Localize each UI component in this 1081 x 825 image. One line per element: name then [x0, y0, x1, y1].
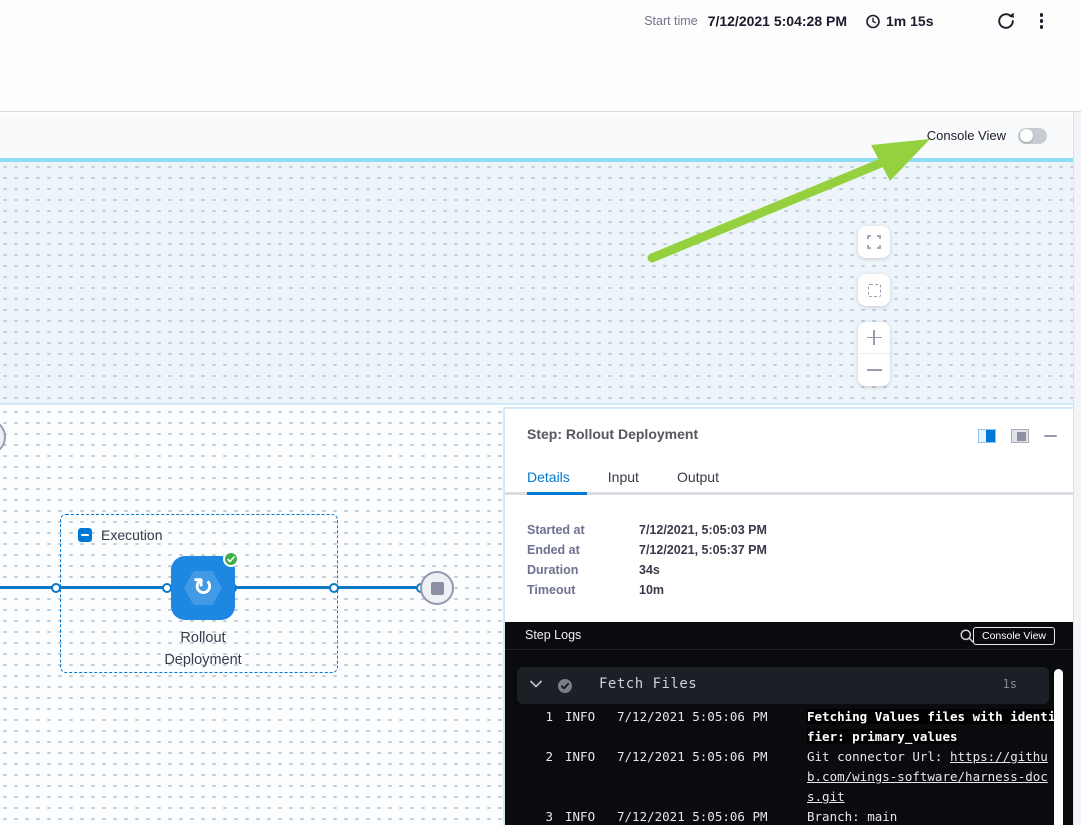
log-message: Fetching Values files with identifier: p…: [807, 707, 1057, 747]
canvas-zoom-controls: [858, 226, 890, 386]
start-time-label: Start time: [644, 14, 698, 28]
detail-row: Started at 7/12/2021, 5:05:03 PM: [527, 520, 767, 540]
zoom-in-button[interactable]: [858, 322, 890, 354]
log-lines: 1 INFO 7/12/2021 5:05:06 PM Fetching Val…: [505, 707, 1073, 825]
preview-layout-icon[interactable]: [1011, 429, 1029, 443]
detail-row: Timeout 10m: [527, 580, 767, 600]
log-section-name: Fetch Files: [599, 676, 697, 692]
log-line: 1 INFO 7/12/2021 5:05:06 PM Fetching Val…: [505, 707, 1073, 747]
panel-tabs: Details Input Output: [527, 469, 719, 485]
console-view-toggle[interactable]: [1018, 128, 1047, 144]
fit-screen-button[interactable]: [858, 226, 890, 258]
execution-group-label: Execution: [101, 527, 162, 543]
section-success-icon: [557, 678, 573, 694]
detail-row: Ended at 7/12/2021, 5:05:37 PM: [527, 540, 767, 560]
fit-screen-icon: [867, 235, 881, 249]
log-section-duration: 1s: [1003, 677, 1017, 691]
step-logs-header: Step Logs Console View: [505, 622, 1073, 650]
tab-input[interactable]: Input: [608, 469, 639, 485]
console-view-button[interactable]: Console View: [973, 627, 1055, 645]
stage-graph-canvas: Execution ↻ Rollout Deployment: [0, 407, 505, 825]
collapse-minus-icon[interactable]: [78, 528, 92, 542]
split-view-icon[interactable]: [978, 429, 996, 443]
page-scrollbar-track[interactable]: [1073, 112, 1081, 825]
detail-row: Duration 34s: [527, 560, 767, 580]
kebab-menu-icon[interactable]: [1038, 11, 1046, 31]
view-toolbar: Console View: [0, 113, 1081, 158]
pipeline-execution-page: Start time 7/12/2021 5:04:28 PM 1m 15s C…: [0, 0, 1081, 825]
step-details-list: Started at 7/12/2021, 5:05:03 PM Ended a…: [527, 520, 767, 600]
elapsed-time: 1m 15s: [886, 13, 933, 29]
tab-details[interactable]: Details: [527, 469, 570, 485]
success-check-icon: [223, 551, 239, 567]
clock-icon: [865, 13, 881, 29]
node-label: Rollout Deployment: [123, 627, 283, 671]
execution-meta: Start time 7/12/2021 5:04:28 PM 1m 15s: [644, 8, 1045, 34]
log-line: 2 INFO 7/12/2021 5:05:06 PM Git connecto…: [505, 747, 1073, 807]
execution-header: Start time 7/12/2021 5:04:28 PM 1m 15s: [0, 0, 1081, 112]
panel-title: Step: Rollout Deployment: [527, 426, 698, 442]
fit-selection-button[interactable]: [858, 274, 890, 306]
log-message: Git connector Url: https://github.com/wi…: [807, 747, 1057, 807]
toggle-knob: [1020, 129, 1033, 142]
rollout-refresh-icon: ↻: [171, 556, 235, 620]
step-logs-panel: Step Logs Console View Fetch Files 1s: [505, 622, 1073, 825]
tab-output[interactable]: Output: [677, 469, 719, 485]
console-view-label: Console View: [927, 128, 1006, 143]
log-message: Branch: main: [807, 807, 1057, 825]
minimize-icon[interactable]: [1044, 435, 1057, 438]
end-node[interactable]: [420, 571, 454, 605]
offscreen-node: [0, 419, 6, 455]
log-section-fetch-files[interactable]: Fetch Files 1s: [517, 667, 1049, 704]
start-time-value: 7/12/2021 5:04:28 PM: [708, 13, 847, 29]
step-details-panel: Step: Rollout Deployment Details Input O…: [503, 407, 1073, 825]
tab-underline: [505, 492, 1073, 495]
log-scrollbar-thumb[interactable]: [1054, 669, 1063, 825]
pipeline-graph-canvas: [0, 162, 1073, 405]
zoom-out-button[interactable]: [858, 354, 890, 386]
chevron-down-icon: [530, 680, 542, 688]
edge-port: [51, 583, 61, 593]
refresh-icon[interactable]: [996, 11, 1016, 31]
zoom-in-icon: [867, 330, 882, 345]
log-line: 3 INFO 7/12/2021 5:05:06 PM Branch: main: [505, 807, 1073, 825]
edge-port: [329, 583, 339, 593]
rollout-deployment-node[interactable]: ↻: [171, 556, 235, 620]
step-logs-title: Step Logs: [525, 628, 581, 642]
zoom-out-icon: [867, 363, 882, 378]
stop-icon: [431, 582, 444, 595]
execution-group-header[interactable]: Execution: [78, 527, 162, 543]
fit-selection-icon: [868, 284, 881, 297]
